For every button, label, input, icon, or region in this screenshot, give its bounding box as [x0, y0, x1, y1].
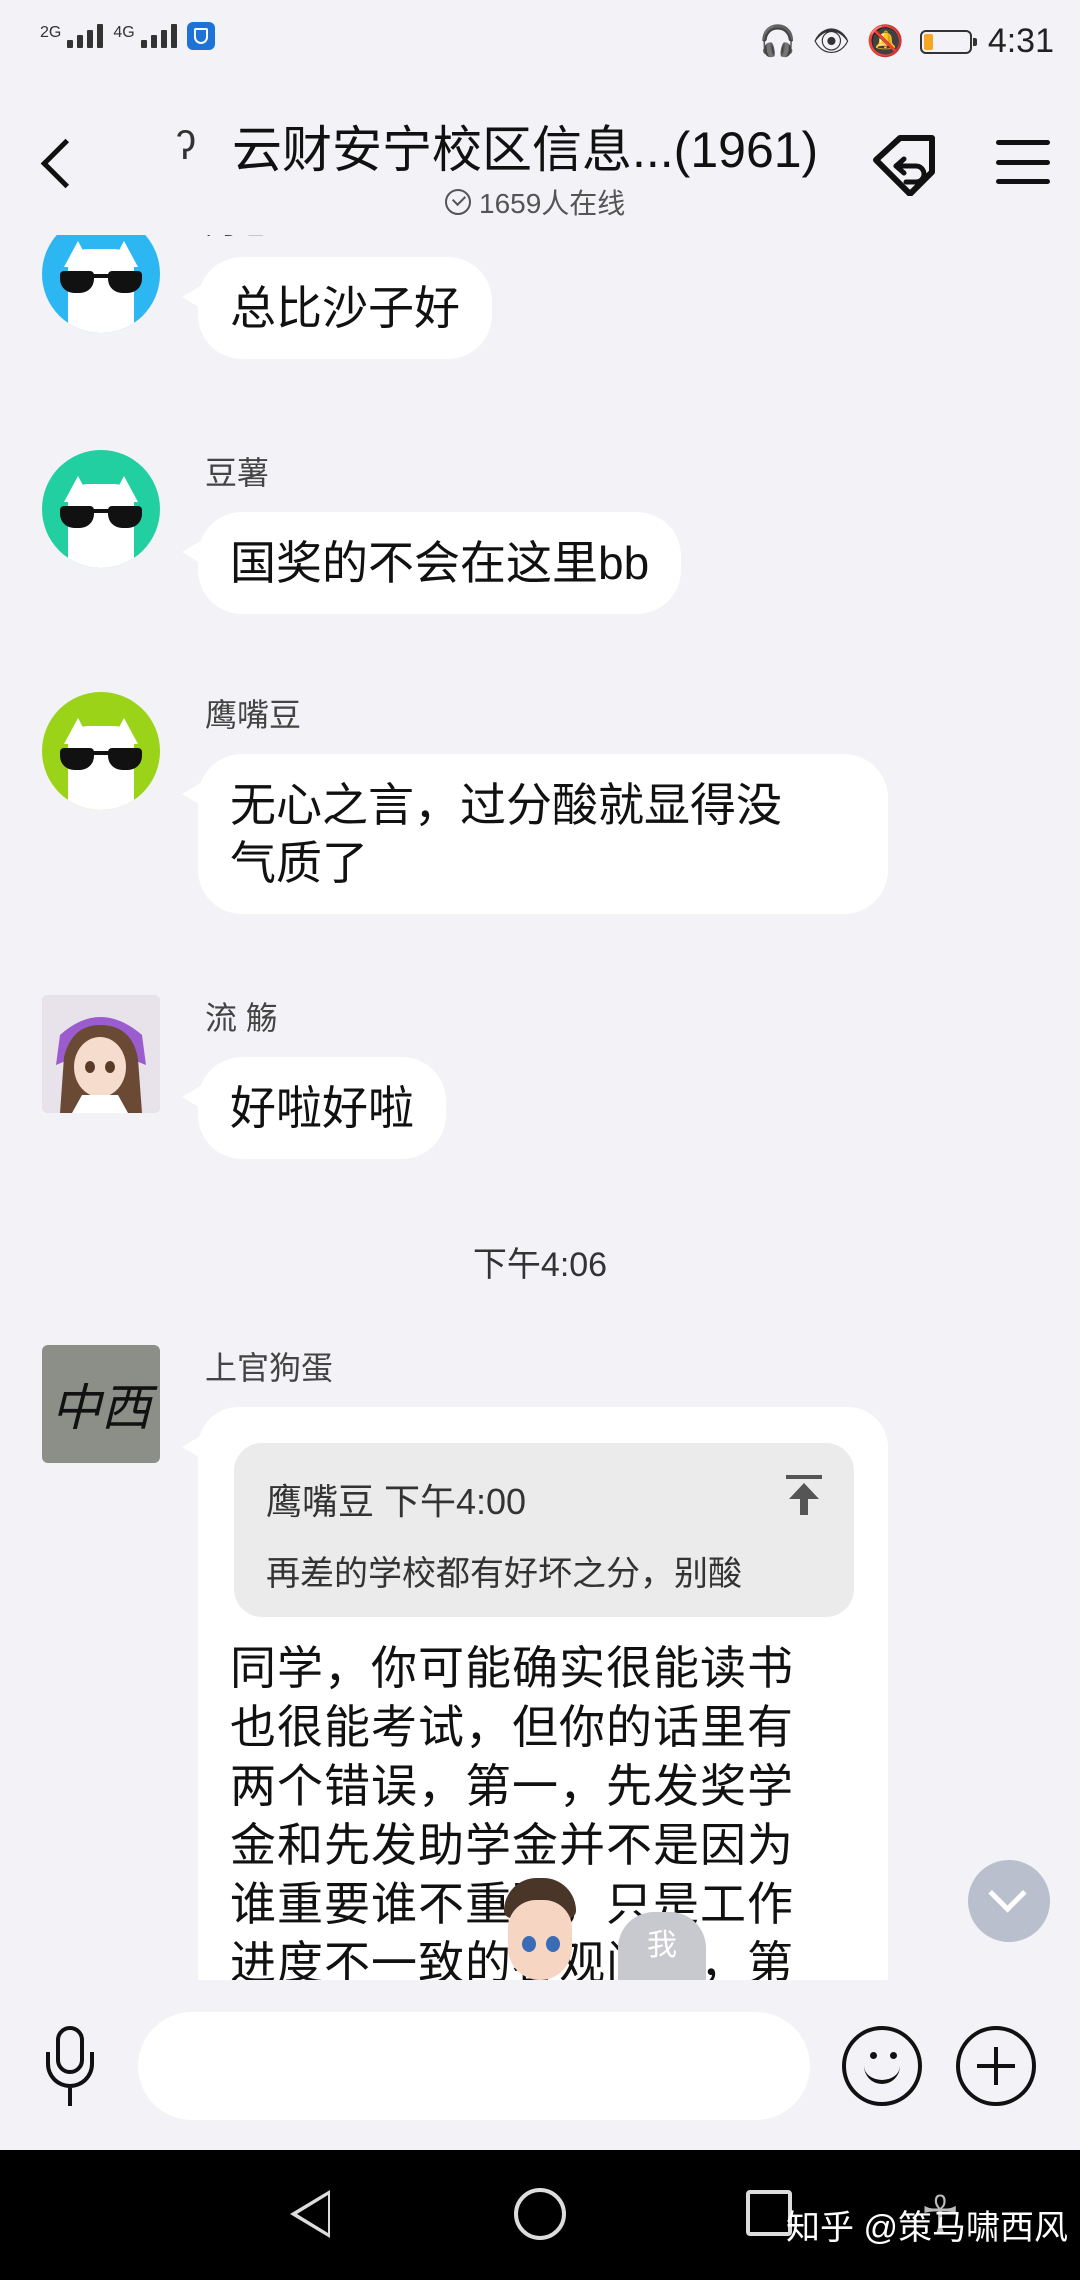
avatar-anime-girl[interactable] — [42, 995, 160, 1113]
signal-icon-sim2: 4G — [113, 24, 177, 48]
message-bubble[interactable]: 无心之言，过分酸就显得没 气质了 — [182, 754, 888, 914]
chat-header: ʔ 云财安宁校区信息...(1961) 1659人在线 — [0, 90, 1080, 235]
quote-text: 再差的学校都有好坏之分，别酸 — [266, 1555, 742, 1593]
message-line: 两个错误，第一，先发奖学 — [230, 1760, 794, 1812]
reply-quote[interactable]: 鹰嘴豆 下午4:00 再差的学校都有好坏之分，别酸 — [234, 1443, 854, 1617]
quote-header: 鹰嘴豆 下午4:00 — [266, 1481, 527, 1522]
group-title[interactable]: 云财安宁校区信息...(1961) — [232, 110, 818, 182]
message-line: 同学，你可能确实很能读书 — [230, 1642, 794, 1694]
back-button[interactable] — [38, 132, 78, 192]
message-bubble[interactable]: 国奖的不会在这里bb — [181, 512, 682, 614]
message-bubble[interactable]: 好啦好啦 — [182, 1057, 446, 1159]
sender-name[interactable]: 流 觞 — [205, 993, 278, 1039]
online-count-label: 1659人在线 — [479, 188, 626, 219]
avatar-sunglasses-cat[interactable] — [42, 235, 160, 333]
message-line: 气质了 — [230, 837, 368, 889]
jump-to-original-icon[interactable] — [786, 1475, 822, 1515]
status-bar: 2G 4G 🎧 👁 🔕 4:31 — [0, 0, 1080, 90]
chat-message-list[interactable]: 阿也 总比沙子好 豆薯 国奖的不会在这里bb 鹰嘴豆 无心之言，过分酸就显得没 … — [0, 235, 1080, 1980]
sender-name[interactable]: 豆薯 — [205, 448, 269, 494]
online-count[interactable]: 1659人在线 — [445, 182, 625, 222]
earpiece-mode-icon[interactable]: ʔ — [176, 124, 196, 169]
signal-icon-sim1: 2G — [40, 24, 104, 48]
status-clock: 4:31 — [987, 22, 1054, 60]
scroll-to-bottom-button[interactable] — [968, 1860, 1050, 1942]
message-bubble[interactable]: 总比沙子好 — [182, 257, 492, 359]
nav-home-icon[interactable] — [514, 2188, 566, 2240]
headphones-icon: 🎧 — [759, 24, 797, 58]
message-line: 金和先发助学金并不是因为 — [230, 1819, 794, 1871]
menu-button[interactable] — [996, 140, 1050, 184]
watermark: 知乎 @策马啸西风 — [786, 2209, 1068, 2247]
time-separator: 下午4:06 — [472, 1246, 608, 1284]
avatar-sunglasses-cat[interactable] — [42, 692, 160, 810]
avatar-sunglasses-cat[interactable] — [42, 450, 160, 568]
security-shield-icon — [186, 22, 215, 50]
nav-back-icon[interactable] — [290, 2190, 330, 2238]
eye-comfort-icon: 👁 — [812, 24, 851, 58]
plus-icon[interactable] — [956, 2026, 1036, 2106]
message-line: 也很能考试，但你的话里有 — [230, 1701, 794, 1753]
group-tag-icon[interactable] — [870, 132, 940, 197]
message-line: 无心之言，过分酸就显得没 — [230, 779, 782, 831]
emoji-icon[interactable] — [842, 2026, 922, 2106]
sender-name[interactable]: 上官狗蛋 — [205, 1343, 333, 1389]
battery-icon — [919, 29, 977, 54]
mute-notifications-icon: 🔕 — [866, 24, 904, 58]
message-input[interactable] — [138, 2012, 810, 2120]
input-bar — [0, 1980, 1080, 2150]
avatar-calligraphy[interactable]: 中西 — [42, 1345, 160, 1463]
online-check-icon — [445, 189, 471, 215]
avatar-calligraphy-text: 中西 — [51, 1379, 151, 1437]
microphone-icon[interactable] — [40, 2026, 104, 2116]
sender-name[interactable]: 鹰嘴豆 — [205, 690, 301, 736]
sender-name[interactable]: 阿也 — [205, 235, 269, 243]
me-badge[interactable]: 我 — [618, 1912, 706, 1980]
avatar-sticker[interactable] — [492, 1878, 588, 1980]
